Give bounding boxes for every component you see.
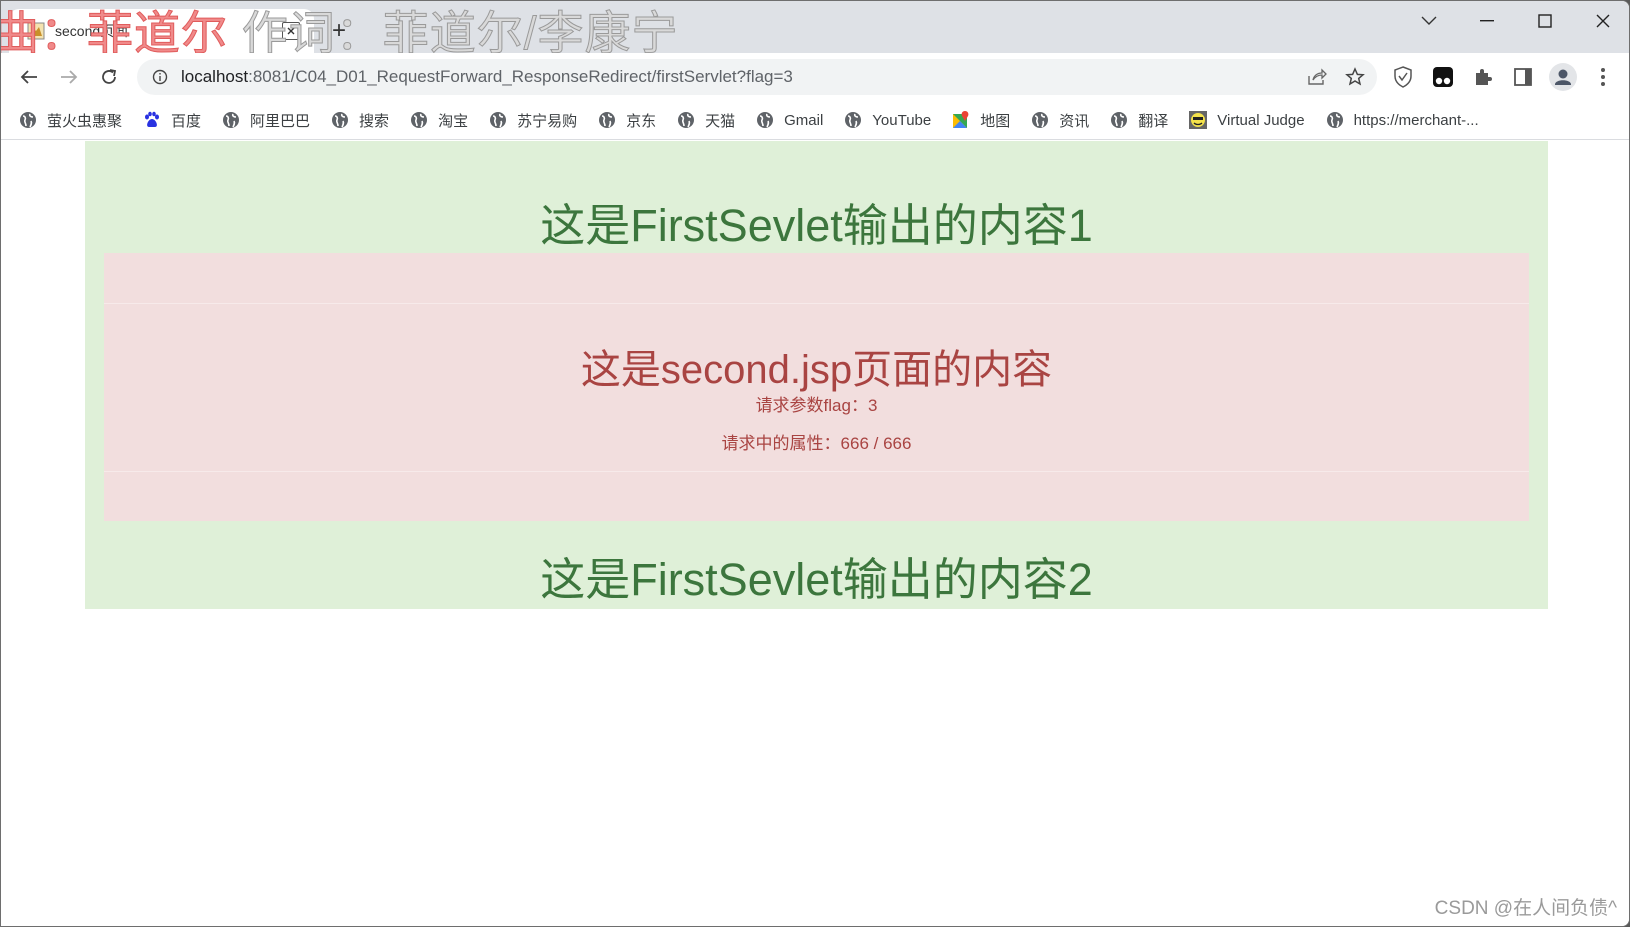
divider-top [104,303,1529,304]
forward-button[interactable] [53,61,85,93]
browser-toolbar: localhost:8081/C04_D01_RequestForward_Re… [1,53,1629,101]
baidu-paw-icon [143,111,161,129]
google-maps-icon [952,111,970,129]
globe-icon [222,111,240,129]
close-icon [1596,14,1610,28]
bookmark-label: 淘宝 [438,112,469,130]
chevron-down-icon [1421,16,1437,25]
tomcat-icon [27,22,45,40]
new-tab-button[interactable]: + [327,19,351,43]
bookmark-label: 京东 [626,112,657,130]
maximize-button[interactable] [1517,1,1573,41]
globe-icon [677,111,695,129]
page-content: 这是FirstSevlet输出的内容1 这是second.jsp页面的内容 请求… [1,141,1629,926]
bookmark-item[interactable]: 百度 [143,106,201,134]
url-path: :8081/C04_D01_RequestForward_ResponseRed… [248,67,793,86]
second-jsp-alert-danger: 这是second.jsp页面的内容 请求参数flag：3 请求中的属性：666 … [104,253,1529,521]
globe-icon [598,111,616,129]
bookmark-label: Virtual Judge [1217,111,1305,129]
bookmark-item[interactable]: 资讯 [1031,106,1089,134]
side-panel-icon[interactable] [1509,63,1537,91]
minimize-button[interactable] [1459,1,1515,41]
smiley-icon [1189,111,1208,129]
bookmark-label: 地图 [980,112,1011,130]
second-jsp-heading: 这是second.jsp页面的内容 [580,348,1053,392]
globe-icon [844,111,862,129]
globe-icon [489,111,507,129]
globe-icon [1110,111,1128,129]
bookmark-item[interactable]: YouTube [844,106,931,134]
bookmark-item[interactable]: 京东 [598,106,656,134]
bookmark-label: 百度 [171,112,202,130]
tab-second-page[interactable]: second页面 [9,9,314,53]
close-window-button[interactable] [1575,1,1629,41]
first-servlet-heading-2: 这是FirstSevlet输出的内容2 [540,554,1093,605]
bookmark-item[interactable]: 萤火虫惠聚 [19,106,122,134]
globe-icon [756,111,774,129]
close-tab-icon[interactable] [282,22,300,40]
bookmarks-bar: 萤火虫惠聚 百度 阿里巴巴 搜索 淘宝 苏宁易购 京东 天猫 Gmail YouTube 地图 资讯 翻… [1,101,1629,140]
bookmark-item[interactable]: 淘宝 [410,106,468,134]
shield-extension-icon[interactable] [1389,63,1417,91]
bookmark-item[interactable]: Gmail [756,106,823,134]
url-host: localhost [181,67,249,86]
csdn-watermark: CSDN @在人间负债^ [1434,898,1617,919]
maximize-icon [1538,14,1552,28]
tampermonkey-icon[interactable] [1429,63,1457,91]
minimize-icon [1480,20,1494,22]
bookmark-item[interactable]: https://merchant-... [1326,106,1479,134]
bookmark-label: YouTube [872,111,932,129]
bookmark-label: 萤火虫惠聚 [47,112,123,130]
globe-icon [1031,111,1049,129]
address-bar[interactable]: localhost:8081/C04_D01_RequestForward_Re… [137,59,1377,95]
browser-window: second页面 + 曲：菲道尔 作词：菲道尔/李康宁 localhost:80… [0,0,1630,927]
more-menu-icon[interactable] [1589,63,1617,91]
tab-title: second页面 [55,23,129,39]
bookmark-label: 阿里巴巴 [250,112,311,130]
globe-icon [19,111,37,129]
profile-avatar-icon[interactable] [1549,63,1577,91]
bookmark-label: 资讯 [1059,112,1090,130]
bookmark-item[interactable]: 翻译 [1110,106,1168,134]
tab-strip: second页面 + 曲：菲道尔 作词：菲道尔/李康宁 [1,1,1629,60]
globe-icon [410,111,428,129]
extensions-puzzle-icon[interactable] [1469,63,1497,91]
bookmark-label: Gmail [784,111,824,129]
bookmark-item[interactable]: 苏宁易购 [489,106,577,134]
share-icon[interactable] [1307,67,1327,87]
first-servlet-heading-1: 这是FirstSevlet输出的内容1 [540,200,1093,251]
bookmark-star-icon[interactable] [1345,67,1365,87]
globe-icon [1326,111,1344,129]
bookmark-item[interactable]: Virtual Judge [1189,106,1305,134]
request-param-flag: 请求参数flag：3 [755,396,878,415]
reload-icon [102,69,117,84]
reload-button[interactable] [93,61,125,93]
bookmark-label: 翻译 [1138,112,1169,130]
globe-icon [331,111,349,129]
divider-bottom [104,471,1529,472]
back-icon [20,70,37,84]
bookmark-label: https://merchant-... [1353,111,1479,129]
bookmark-label: 苏宁易购 [517,112,578,130]
bookmark-item[interactable]: 天猫 [677,106,735,134]
back-button[interactable] [13,61,45,93]
info-icon[interactable] [151,68,169,86]
tab-search-button[interactable] [1401,1,1457,41]
url-text[interactable]: localhost:8081/C04_D01_RequestForward_Re… [181,67,793,87]
bookmark-item[interactable]: 阿里巴巴 [222,106,310,134]
request-attribute: 请求中的属性：666 / 666 [721,434,912,453]
bookmark-label: 搜索 [359,112,390,130]
bookmark-item[interactable]: 搜索 [331,106,389,134]
bookmark-item[interactable]: 地图 [952,106,1010,134]
forward-icon [61,70,78,84]
bookmark-label: 天猫 [705,112,736,130]
first-servlet-alert-success: 这是FirstSevlet输出的内容1 这是second.jsp页面的内容 请求… [85,141,1548,609]
